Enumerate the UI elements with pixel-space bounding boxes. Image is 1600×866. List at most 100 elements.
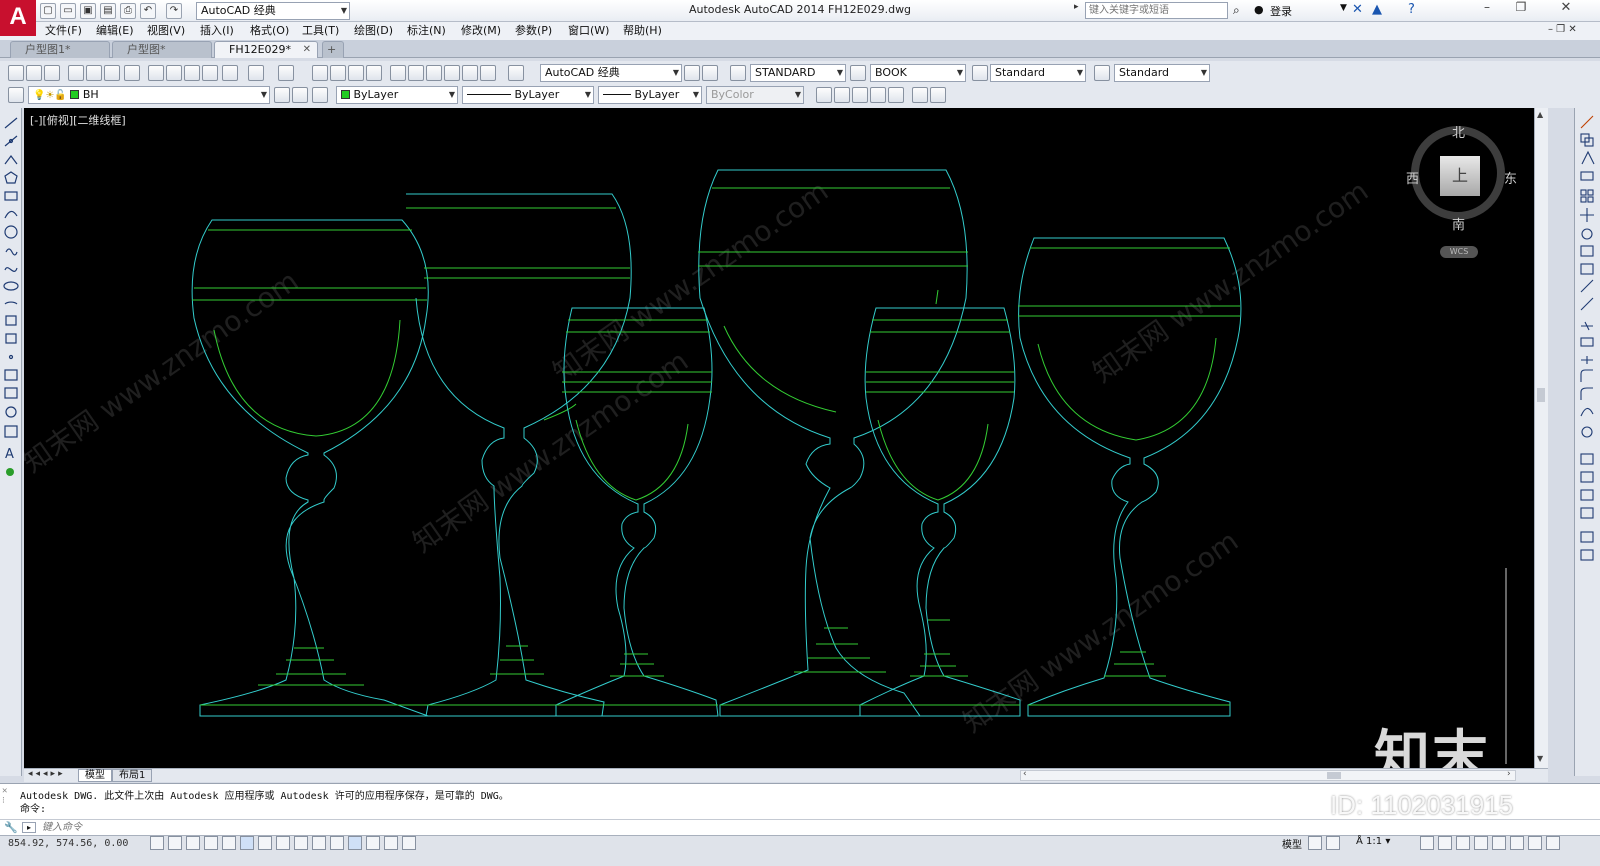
close-button[interactable]: ✕ bbox=[1544, 0, 1588, 20]
layer-combo[interactable]: 💡☀🔓 BH ▼ bbox=[28, 86, 270, 104]
command-recent-icon[interactable]: ▸ bbox=[22, 822, 36, 833]
layer-previous-icon[interactable] bbox=[292, 87, 308, 103]
wcs-menu[interactable]: WCS bbox=[1440, 246, 1478, 258]
paste-icon[interactable] bbox=[184, 65, 200, 81]
horizontal-scrollbar[interactable]: ‹ › bbox=[1020, 769, 1516, 781]
camera-icon[interactable] bbox=[930, 87, 946, 103]
save-tool-icon[interactable] bbox=[44, 65, 60, 81]
file-tab-2[interactable]: 户型图* bbox=[112, 41, 212, 58]
match-properties-icon[interactable] bbox=[202, 65, 218, 81]
new-tab-button[interactable]: + bbox=[322, 41, 344, 58]
redo-tool-icon[interactable] bbox=[278, 65, 294, 81]
login-dropdown-icon[interactable]: ▼ bbox=[1340, 3, 1347, 13]
workspace-combo[interactable]: AutoCAD 经典 ▼ bbox=[540, 64, 682, 82]
menu-file[interactable]: 文件(F) bbox=[45, 22, 82, 40]
scroll-up-icon[interactable]: ▲ bbox=[1537, 110, 1543, 119]
help-icon[interactable]: ? bbox=[1408, 2, 1415, 17]
snap-mode-icon[interactable] bbox=[168, 836, 182, 850]
color-combo[interactable]: ByLayer ▼ bbox=[336, 86, 458, 104]
menu-format[interactable]: 格式(O) bbox=[250, 22, 289, 40]
layer-states-icon[interactable] bbox=[312, 87, 328, 103]
vertical-scrollbar[interactable]: ▲ ▼ bbox=[1534, 108, 1548, 768]
hscroll-thumb[interactable] bbox=[1327, 772, 1341, 779]
drawing-canvas[interactable]: [-][俯视][二维线框] 知末网 www.znzmo.com 知末网 www.… bbox=[24, 108, 1534, 768]
menu-insert[interactable]: 插入(I) bbox=[200, 22, 234, 40]
toolbar-lock-icon[interactable] bbox=[1474, 836, 1488, 850]
linetype-combo[interactable]: ByLayer ▼ bbox=[462, 86, 594, 104]
grid-display-icon[interactable] bbox=[186, 836, 200, 850]
hardware-acceleration-icon[interactable] bbox=[1492, 836, 1506, 850]
viewcube[interactable]: 上 北 南 西 东 WCS bbox=[1406, 122, 1517, 262]
menu-tools[interactable]: 工具(T) bbox=[302, 22, 339, 40]
mleader-style-icon[interactable] bbox=[1094, 65, 1110, 81]
autodesk-360-icon[interactable]: ▲ bbox=[1372, 2, 1382, 17]
menu-help[interactable]: 帮助(H) bbox=[623, 22, 662, 40]
object-snap-tracking-icon[interactable] bbox=[276, 836, 290, 850]
table-style-icon[interactable] bbox=[972, 65, 988, 81]
workspace-switch-icon[interactable] bbox=[1456, 836, 1470, 850]
view-top-icon[interactable] bbox=[816, 87, 832, 103]
tab-layout1[interactable]: 布局1 bbox=[112, 769, 153, 782]
viewcube-face[interactable]: 上 bbox=[1440, 156, 1480, 196]
table-style-combo[interactable]: Standard ▼ bbox=[990, 64, 1086, 82]
menu-modify[interactable]: 修改(M) bbox=[461, 22, 501, 40]
open-icon[interactable] bbox=[26, 65, 42, 81]
clean-screen-icon[interactable] bbox=[1546, 836, 1560, 850]
workspace-lock-icon[interactable] bbox=[702, 65, 718, 81]
isolate-objects-icon[interactable] bbox=[1510, 836, 1524, 850]
plot-icon[interactable] bbox=[68, 65, 84, 81]
save-as-icon[interactable]: ▤ bbox=[100, 3, 116, 19]
search-expand-icon[interactable]: ▸ bbox=[1074, 2, 1084, 18]
zoom-realtime-icon[interactable] bbox=[330, 65, 346, 81]
view-front-icon[interactable] bbox=[834, 87, 850, 103]
scroll-left-icon[interactable]: ‹ bbox=[1023, 769, 1027, 779]
sheet-set-icon[interactable] bbox=[444, 65, 460, 81]
quick-calc-icon[interactable] bbox=[480, 65, 496, 81]
tab-nav-arrows-icon[interactable]: ◂◂◂▸▸ bbox=[28, 769, 66, 779]
search-input[interactable] bbox=[1085, 2, 1228, 19]
login-link[interactable]: 登录 bbox=[1270, 3, 1292, 19]
selection-cycling-icon[interactable] bbox=[384, 836, 398, 850]
quick-view-drawings-icon[interactable] bbox=[1326, 836, 1340, 850]
workspace-settings-icon[interactable] bbox=[684, 65, 700, 81]
view-left-icon[interactable] bbox=[852, 87, 868, 103]
viewcube-east[interactable]: 东 bbox=[1504, 168, 1517, 187]
scroll-right-icon[interactable]: › bbox=[1507, 769, 1511, 779]
tool-palettes-icon[interactable] bbox=[426, 65, 442, 81]
file-tab-1[interactable]: 户型图1* bbox=[10, 41, 110, 58]
dynamic-input-icon[interactable] bbox=[312, 836, 326, 850]
ortho-mode-icon[interactable] bbox=[204, 836, 218, 850]
infer-constraints-icon[interactable] bbox=[150, 836, 164, 850]
model-space-button[interactable]: 模型 bbox=[1282, 836, 1302, 851]
status-menu-icon[interactable] bbox=[1528, 836, 1542, 850]
file-tab-active[interactable]: FH12E029* ✕ bbox=[214, 41, 318, 58]
scroll-down-icon[interactable]: ▼ bbox=[1537, 754, 1543, 763]
cut-icon[interactable] bbox=[148, 65, 164, 81]
workspace-selector[interactable]: AutoCAD 经典 ▼ bbox=[196, 2, 350, 20]
viewcube-south[interactable]: 南 bbox=[1452, 214, 1465, 233]
tab-model[interactable]: 模型 bbox=[78, 769, 112, 782]
menu-dimension[interactable]: 标注(N) bbox=[407, 22, 446, 40]
orbit-icon[interactable] bbox=[912, 87, 928, 103]
open-file-icon[interactable]: ▭ bbox=[60, 3, 76, 19]
lineweight-combo[interactable]: ByLayer ▼ bbox=[598, 86, 702, 104]
object-snap-icon[interactable] bbox=[240, 836, 254, 850]
zoom-previous-icon[interactable] bbox=[366, 65, 382, 81]
copy-icon[interactable] bbox=[166, 65, 182, 81]
text-style-icon[interactable] bbox=[730, 65, 746, 81]
polar-tracking-icon[interactable] bbox=[222, 836, 236, 850]
annotation-monitor-icon[interactable] bbox=[402, 836, 416, 850]
scroll-thumb[interactable] bbox=[1537, 388, 1545, 402]
markup-icon[interactable] bbox=[462, 65, 478, 81]
dim-style-icon[interactable] bbox=[850, 65, 866, 81]
exchange-icon[interactable]: ✕ bbox=[1352, 2, 1363, 17]
user-icon[interactable]: ● bbox=[1254, 3, 1264, 16]
publish-icon[interactable] bbox=[104, 65, 120, 81]
doc-window-controls[interactable]: – ❐ ✕ bbox=[1548, 24, 1577, 35]
qnew-icon[interactable] bbox=[8, 65, 24, 81]
wrench-icon[interactable]: 🔧 bbox=[4, 821, 18, 834]
text-style-combo[interactable]: STANDARD ▼ bbox=[750, 64, 846, 82]
make-current-icon[interactable] bbox=[274, 87, 290, 103]
menu-view[interactable]: 视图(V) bbox=[147, 22, 185, 40]
view-iso-icon[interactable] bbox=[888, 87, 904, 103]
